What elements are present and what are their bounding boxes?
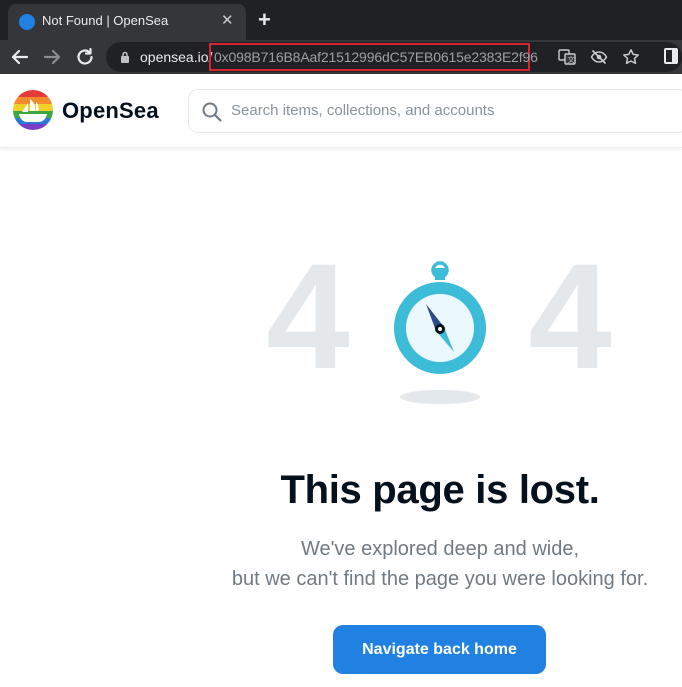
tab-title: Not Found | OpenSea — [42, 13, 169, 28]
404-illustration: 4 4 — [266, 250, 612, 404]
back-arrow-icon[interactable] — [8, 45, 32, 69]
new-tab-button[interactable]: + — [258, 9, 271, 31]
search-input[interactable] — [231, 102, 671, 119]
translate-icon[interactable]: 文 — [558, 48, 576, 66]
opensea-favicon-icon — [19, 14, 35, 30]
digit-four-left: 4 — [266, 250, 349, 400]
lock-icon[interactable] — [120, 51, 130, 63]
browser-tabstrip: Not Found | OpenSea ✕ + — [0, 0, 682, 40]
browser-toolbar: opensea.io/ 0x098B716B8Aaf21512996dC57EB… — [0, 40, 682, 74]
error-description-line-2: but we can't find the page you were look… — [231, 568, 649, 590]
error-headline: This page is lost. — [280, 468, 600, 512]
logo-text[interactable]: OpenSea — [62, 98, 159, 124]
eye-off-icon[interactable] — [590, 48, 608, 66]
opensea-logo-icon[interactable] — [13, 90, 53, 130]
compass-icon — [394, 261, 486, 404]
navigate-home-button[interactable]: Navigate back home — [333, 625, 546, 674]
url-host: opensea.io/ — [140, 49, 213, 65]
site-header: OpenSea — [0, 74, 682, 148]
url-path-highlight: 0x098B716B8Aaf21512996dC57EB0615e2383E2f… — [209, 43, 538, 71]
close-tab-icon[interactable]: ✕ — [221, 12, 234, 30]
forward-arrow-icon[interactable] — [40, 45, 64, 69]
digit-four-right: 4 — [528, 250, 611, 400]
error-description-line-1: We've explored deep and wide, — [300, 538, 580, 560]
reload-icon[interactable] — [73, 45, 97, 69]
bookmark-star-icon[interactable] — [622, 48, 640, 66]
svg-text:文: 文 — [568, 55, 575, 64]
browser-tab[interactable]: Not Found | OpenSea ✕ — [8, 4, 246, 40]
search-bar[interactable] — [188, 89, 682, 133]
side-panel-icon[interactable] — [664, 48, 678, 64]
address-bar[interactable]: opensea.io/ 0x098B716B8Aaf21512996dC57EB… — [106, 42, 682, 72]
search-icon — [202, 102, 222, 122]
url-path: 0x098B716B8Aaf21512996dC57EB0615e2383E2f… — [214, 49, 538, 65]
